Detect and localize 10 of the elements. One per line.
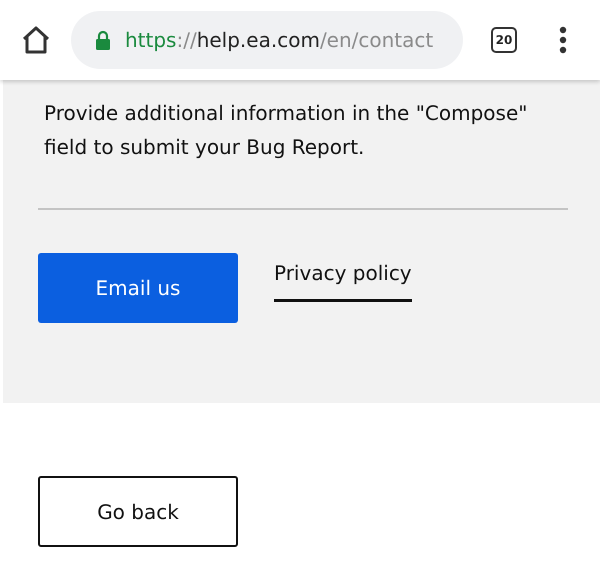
address-bar[interactable]: https://help.ea.com/en/contact <box>71 11 463 69</box>
back-button[interactable]: Go back <box>38 476 238 547</box>
menu-icon[interactable] <box>559 26 567 54</box>
lock-icon <box>95 30 111 50</box>
home-icon[interactable] <box>21 25 51 55</box>
email-button[interactable]: Email us <box>38 253 238 323</box>
privacy-link[interactable]: Privacy policy <box>274 253 412 302</box>
tab-count[interactable]: 20 <box>491 27 517 53</box>
instruction-text: Provide additional information in the "Compose" field to submit your Bug Report. <box>44 100 528 161</box>
url-text: https://help.ea.com/en/contact <box>125 28 434 52</box>
